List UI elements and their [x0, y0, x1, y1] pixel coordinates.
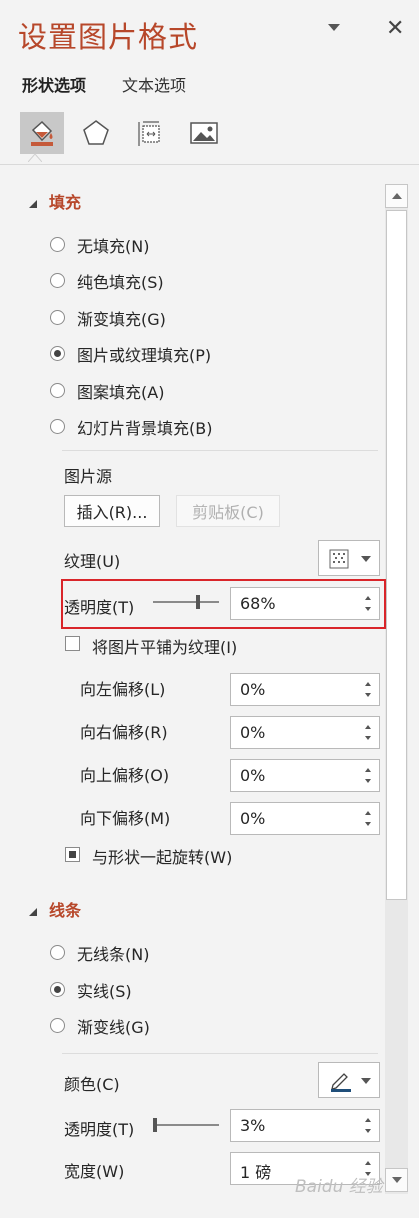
fill-radio-3[interactable]	[50, 346, 65, 362]
line-option-label[interactable]: 实线(S)	[77, 978, 132, 1002]
line-radio-0[interactable]	[50, 945, 65, 960]
clipboard-button[interactable]: 剪贴板(C)	[176, 495, 280, 527]
offset-input[interactable]: 0%	[230, 802, 380, 835]
slider-track[interactable]	[153, 1124, 219, 1126]
spin-down-icon[interactable]	[365, 822, 371, 826]
line-option-label[interactable]: 无线条(N)	[77, 941, 149, 965]
fill-option-label[interactable]: 渐变填充(G)	[77, 306, 166, 330]
line-divider	[62, 1053, 378, 1054]
spin-up-icon[interactable]	[365, 1161, 371, 1165]
texture-label: 纹理(U)	[64, 552, 121, 571]
fill-collapse-icon[interactable]	[27, 195, 39, 214]
fill-radio-0[interactable]	[50, 237, 65, 252]
spin-down-icon[interactable]	[365, 736, 371, 740]
line-option-label[interactable]: 渐变线(G)	[77, 1014, 150, 1038]
offset-label: 向右偏移(R)	[80, 723, 168, 742]
line-transparency-value: 3%	[240, 1116, 266, 1135]
pane-options-dropdown[interactable]	[328, 24, 340, 31]
offset-label: 向左偏移(L)	[80, 680, 166, 699]
line-width-value: 1 磅	[240, 1163, 272, 1182]
offset-value: 0%	[240, 809, 266, 828]
spin-up-icon[interactable]	[365, 768, 371, 772]
line-collapse-icon[interactable]	[27, 903, 39, 922]
selected-tab-caret	[28, 153, 42, 162]
line-radio-2[interactable]	[50, 1018, 65, 1033]
effects-pentagon-icon[interactable]	[74, 112, 118, 154]
tile-label: 将图片平铺为纹理(I)	[92, 638, 238, 657]
fill-radio-4[interactable]	[50, 382, 65, 398]
scroll-up-button[interactable]	[385, 184, 408, 208]
fill-section-title[interactable]: 填充	[49, 189, 81, 213]
offset-value: 0%	[240, 723, 266, 742]
line-transparency-label: 透明度(T)	[64, 1120, 135, 1139]
tile-checkbox[interactable]	[65, 636, 80, 651]
slider-thumb[interactable]	[153, 1118, 157, 1132]
tab-shape-options[interactable]: 形状选项	[22, 72, 86, 96]
fill-option-label[interactable]: 纯色填充(S)	[77, 269, 164, 293]
line-color-dropdown[interactable]	[318, 1062, 380, 1098]
line-width-label: 宽度(W)	[64, 1162, 125, 1181]
line-section-title[interactable]: 线条	[49, 897, 81, 921]
spin-up-icon[interactable]	[365, 811, 371, 815]
offset-label: 向下偏移(M)	[80, 809, 171, 828]
line-radio-1[interactable]	[50, 981, 65, 997]
scroll-thumb[interactable]	[386, 210, 407, 900]
offset-label: 向上偏移(O)	[80, 766, 170, 785]
offset-input[interactable]: 0%	[230, 673, 380, 706]
line-transparency-input[interactable]: 3%	[230, 1109, 380, 1142]
spin-up-icon[interactable]	[365, 1118, 371, 1122]
insert-button[interactable]: 插入(R)...	[64, 495, 160, 527]
pen-color-icon	[331, 1073, 351, 1092]
picture-icon[interactable]	[182, 112, 226, 154]
fill-option-label[interactable]: 无填充(N)	[77, 233, 149, 257]
fill-divider	[62, 450, 378, 451]
spin-down-icon[interactable]	[365, 693, 371, 697]
size-properties-icon[interactable]	[128, 112, 172, 154]
fill-option-label[interactable]: 图片或纹理填充(P)	[77, 342, 211, 366]
fill-line-icon[interactable]	[20, 112, 64, 154]
texture-swatch-icon	[329, 549, 349, 569]
rotate-with-shape-label: 与形状一起旋转(W)	[92, 848, 233, 867]
spin-down-icon[interactable]	[365, 779, 371, 783]
highlight-box	[61, 579, 386, 629]
header-separator	[0, 164, 419, 165]
fill-option-label[interactable]: 幻灯片背景填充(B)	[77, 415, 212, 439]
offset-input[interactable]: 0%	[230, 716, 380, 749]
texture-dropdown[interactable]	[318, 540, 380, 576]
tab-text-options[interactable]: 文本选项	[122, 72, 186, 96]
offset-value: 0%	[240, 766, 266, 785]
watermark: Baidu 经验	[295, 1177, 383, 1197]
fill-radio-1[interactable]	[50, 273, 65, 289]
fill-radio-2[interactable]	[50, 309, 65, 325]
picture-source-label: 图片源	[64, 467, 113, 486]
offset-value: 0%	[240, 680, 266, 699]
fill-radio-5[interactable]	[50, 419, 65, 434]
spin-up-icon[interactable]	[365, 725, 371, 729]
close-icon[interactable]: ✕	[386, 16, 404, 41]
pane-title: 设置图片格式	[18, 20, 199, 54]
line-color-label: 颜色(C)	[64, 1075, 120, 1094]
offset-input[interactable]: 0%	[230, 759, 380, 792]
spin-down-icon[interactable]	[365, 1129, 371, 1133]
scroll-down-button[interactable]	[385, 1168, 408, 1192]
rotate-with-shape-checkbox[interactable]	[65, 847, 80, 862]
fill-option-label[interactable]: 图案填充(A)	[77, 379, 164, 403]
spin-up-icon[interactable]	[365, 682, 371, 686]
